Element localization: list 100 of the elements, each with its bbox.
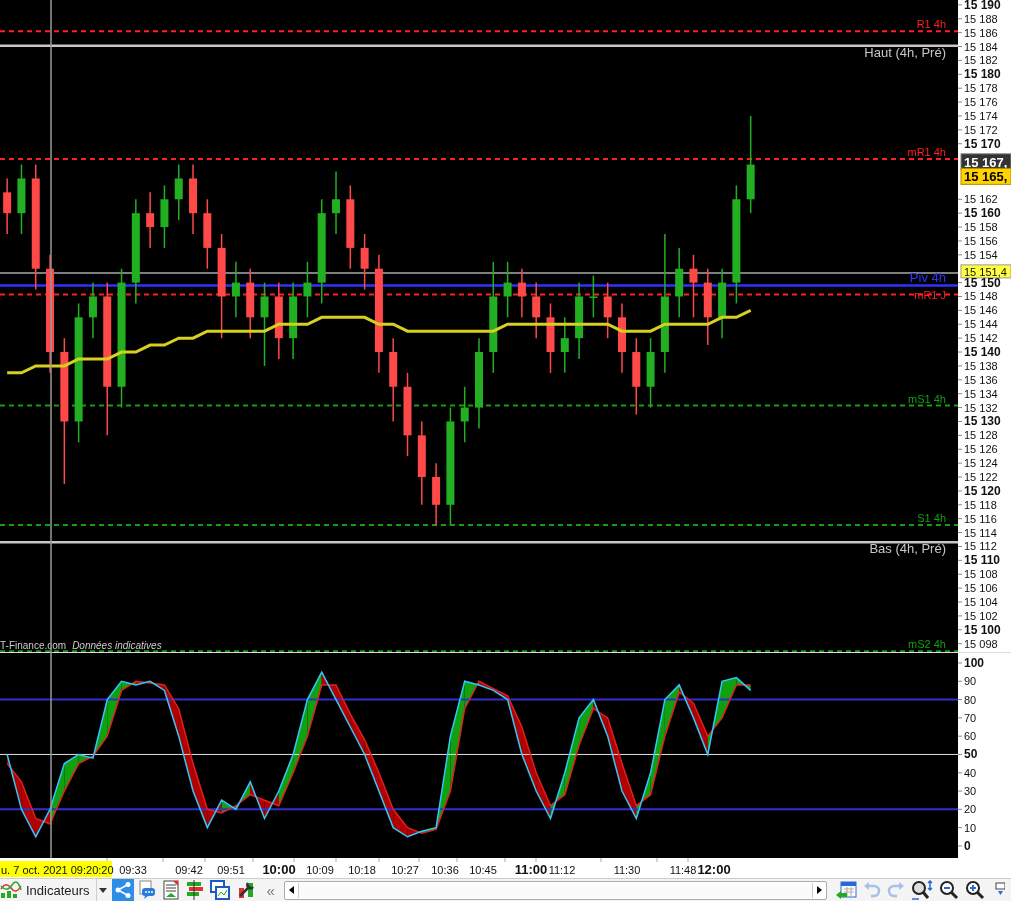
axis-tick-label: 80 — [964, 693, 977, 706]
candle — [360, 233, 369, 291]
zoom-fit-button[interactable] — [909, 879, 935, 901]
axis-tick-label: 20 — [964, 803, 977, 816]
level-label: S1 4h — [917, 511, 946, 524]
candle — [460, 386, 469, 444]
candle — [589, 274, 598, 319]
scroll-right-icon — [817, 886, 822, 894]
axis-tick-label: 15 188 — [964, 12, 998, 25]
axis-tick-label: 15 118 — [964, 498, 997, 511]
axis-tick-label: 15 112 — [964, 540, 997, 553]
axis-tick-label: 15 170 — [964, 136, 1001, 151]
candle — [189, 163, 198, 235]
ref-line-label: 15 151,4 — [964, 265, 1007, 278]
redo-icon — [887, 881, 905, 899]
candle — [203, 198, 212, 270]
axis-tick-label: 15 142 — [964, 332, 998, 345]
axis-tick-label: 0 — [964, 838, 971, 853]
time-label: 10:45 — [469, 864, 497, 876]
level-label: Piv 4h — [909, 270, 946, 286]
caret-icon — [99, 887, 108, 893]
time-label: 11:00 — [514, 862, 548, 877]
axis-tick-label: 15 146 — [964, 304, 998, 317]
level-label: Bas (4h, Pré) — [869, 541, 946, 557]
time-label: 10:27 — [391, 864, 419, 876]
candle — [3, 177, 12, 235]
axis-tick-label: 15 130 — [964, 414, 1001, 429]
axis-tick-label: 100 — [964, 656, 985, 670]
axis-tick-label: 90 — [964, 675, 977, 688]
axis-tick-label: 15 108 — [964, 568, 998, 581]
axis-tick-label: 15 110 — [964, 553, 1001, 568]
axis-tick-label: 15 138 — [964, 359, 998, 372]
candle — [689, 254, 698, 319]
candle — [560, 316, 569, 374]
candle — [88, 281, 97, 339]
axis-tick-label: 15 128 — [964, 429, 998, 442]
axis-tick-label: 15 190 — [964, 0, 1001, 12]
time-label: 10:00 — [262, 862, 296, 877]
axis-tick-label: 15 174 — [964, 109, 998, 122]
axis-tick-label: 15 120 — [964, 483, 1001, 498]
axis-tick-label: 15 100 — [964, 622, 1001, 637]
level-label: mR1 4h — [907, 146, 946, 158]
axis-tick-label: 50 — [964, 747, 978, 762]
axis-tick-label: 15 186 — [964, 26, 998, 39]
time-label: 11:12 — [548, 864, 576, 876]
level-label: R1 4h — [916, 18, 946, 31]
dropdown-button[interactable] — [95, 879, 110, 901]
zoom-out-button[interactable] — [937, 879, 961, 901]
candle — [646, 337, 655, 409]
source-credit: T-Finance.com Données indicatives — [0, 640, 162, 651]
axis-tick-label: 15 184 — [964, 40, 998, 53]
scroll-left-icon — [288, 886, 294, 894]
candle — [517, 267, 526, 319]
time-label: 11:30 — [613, 864, 641, 876]
level-label: mS1 4h — [908, 392, 946, 405]
candle — [618, 302, 626, 374]
axis-tick-label: 15 104 — [964, 596, 998, 608]
horizontal-scrollbar[interactable] — [283, 880, 827, 900]
time-label: 10:18 — [348, 864, 376, 876]
indicators-button[interactable]: Indicateurs — [0, 879, 94, 901]
zoom-in-button[interactable] — [963, 879, 987, 901]
axis-tick-label: 60 — [964, 730, 977, 743]
time-label: 10:36 — [431, 864, 459, 876]
candle — [231, 261, 240, 319]
axis-tick-label: 15 180 — [964, 67, 1001, 82]
undo-icon — [863, 881, 881, 899]
candle — [718, 267, 727, 339]
candle — [332, 170, 340, 235]
axis-tick-label: 15 106 — [964, 582, 998, 595]
axis-tick-label: 15 178 — [964, 82, 998, 95]
price-tag: 15 151,4 — [960, 264, 1011, 279]
time-label: 11:48 — [669, 864, 697, 876]
axis-tick-label: 30 — [964, 785, 977, 798]
time-label: 09:51 — [217, 864, 245, 876]
candle — [174, 163, 183, 221]
scrollbar-thumb[interactable] — [297, 882, 813, 898]
windows-button[interactable] — [207, 879, 232, 901]
time-label: 09:33 — [119, 864, 147, 876]
axis-tick-label: 15 154 — [964, 248, 998, 261]
candle — [17, 163, 26, 235]
axis-tick-label: 15 114 — [964, 526, 997, 539]
candle — [675, 247, 684, 319]
axis-tick-label: 15 098 — [964, 637, 998, 650]
axis-tick-label: 15 134 — [964, 387, 998, 400]
axis-tick-label: 15 126 — [964, 443, 998, 456]
axis-tick-label: 15 102 — [964, 609, 998, 622]
axis-tick-label: 15 124 — [964, 457, 998, 470]
collapse-button[interactable]: « — [259, 879, 282, 901]
axis-tick-label: 15 136 — [964, 373, 998, 386]
axis-tick-label: 15 158 — [964, 221, 998, 234]
time-label: 12:00 — [697, 862, 731, 877]
axis-tick-label: 10 — [964, 821, 977, 834]
candle — [146, 191, 155, 249]
candle — [246, 267, 255, 339]
zoom-fit-icon — [911, 880, 933, 900]
candle — [160, 184, 169, 249]
candle — [546, 302, 555, 374]
level-label: Haut (4h, Pré) — [864, 44, 946, 60]
axis-tick-label: 70 — [964, 711, 977, 724]
axis-tick-label: 15 140 — [964, 345, 1001, 360]
